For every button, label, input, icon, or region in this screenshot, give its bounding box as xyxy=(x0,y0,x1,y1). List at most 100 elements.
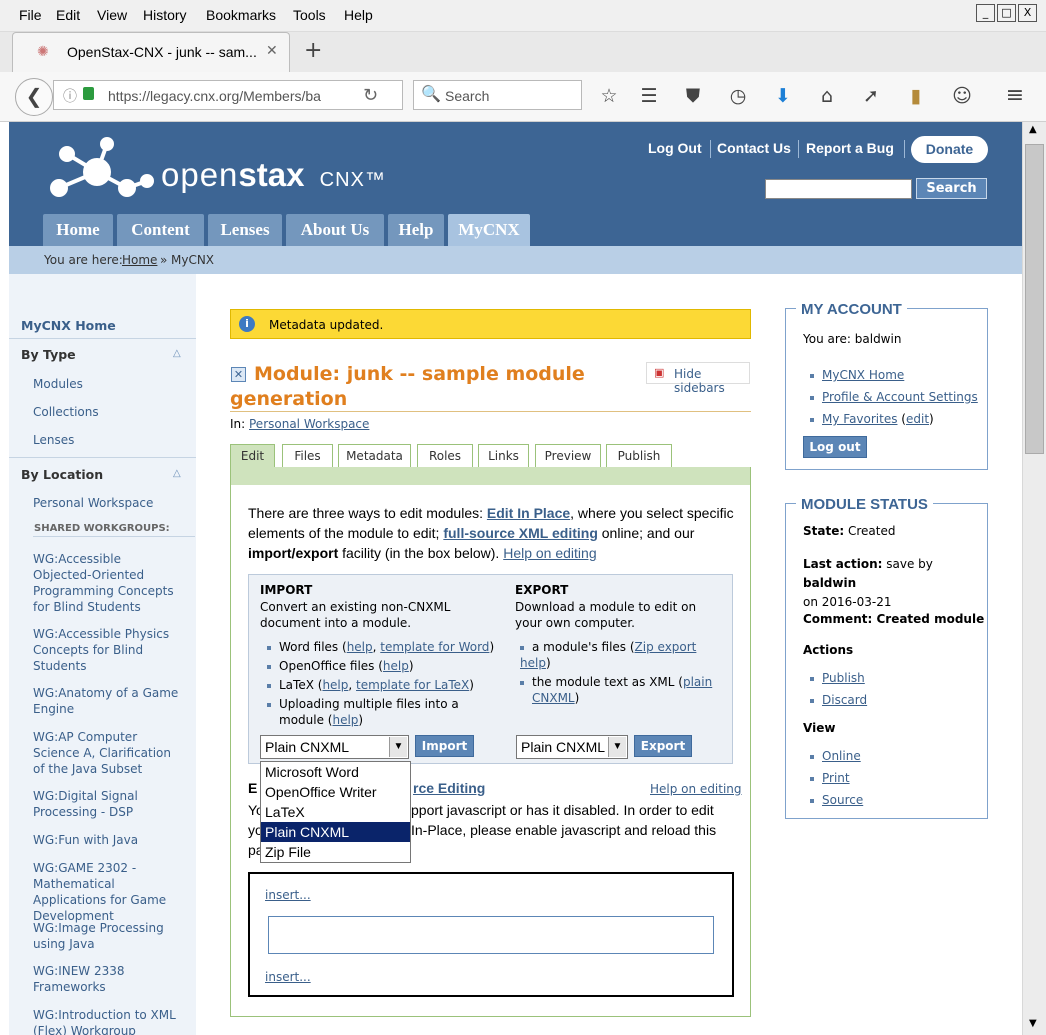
reload-icon[interactable]: ↻ xyxy=(363,85,378,106)
sidebar-item-collections[interactable]: Collections xyxy=(33,404,99,420)
favorites-edit-link[interactable]: edit xyxy=(906,412,929,426)
report-bug-link[interactable]: Report a Bug xyxy=(806,140,894,156)
hamburger-menu-icon[interactable]: ≡ xyxy=(1003,84,1027,108)
site-search-button[interactable]: Search xyxy=(916,178,987,199)
url-bar[interactable]: ⓘ https://legacy.cnx.org/Members/ba xyxy=(53,80,403,110)
menu-history[interactable]: History xyxy=(143,7,187,23)
send-icon[interactable]: ➚ xyxy=(859,84,883,108)
import-button[interactable]: Import xyxy=(415,735,474,757)
import-format-select[interactable]: Plain CNXML ▼ xyxy=(260,735,409,759)
view-online-link[interactable]: Online xyxy=(822,749,861,763)
content-block[interactable] xyxy=(268,916,714,954)
menu-help[interactable]: Help xyxy=(344,7,373,23)
sidebar-workgroup[interactable]: WG:Introduction to XML (Flex) Workgroup xyxy=(33,1007,183,1035)
tab-edit[interactable]: Edit xyxy=(230,444,275,468)
scrollbar-thumb[interactable] xyxy=(1025,144,1044,454)
breadcrumb-home-link[interactable]: Home xyxy=(122,253,157,267)
insert-link-bottom[interactable]: insert... xyxy=(265,970,311,984)
emoji-icon[interactable]: ☺ xyxy=(950,84,974,108)
menu-tools[interactable]: Tools xyxy=(293,7,326,23)
account-logout-button[interactable]: Log out xyxy=(803,436,867,458)
sidebar-workgroup[interactable]: WG:Image Processing using Java xyxy=(33,920,183,952)
source-editing-link[interactable]: rce Editing xyxy=(413,780,485,796)
nav-tab-about-us[interactable]: About Us xyxy=(286,214,384,246)
vertical-scrollbar[interactable]: ▲ ▼ xyxy=(1022,122,1046,1035)
sidebar-workgroup[interactable]: WG:Accessible Objected-Oriented Programm… xyxy=(33,551,183,615)
url-text[interactable]: https://legacy.cnx.org/Members/ba xyxy=(108,88,332,104)
tab-preview[interactable]: Preview xyxy=(535,444,601,468)
hide-sidebars-button[interactable]: ▣ Hide sidebars xyxy=(646,362,750,395)
discard-link[interactable]: Discard xyxy=(822,693,867,707)
new-tab-icon[interactable]: + xyxy=(304,38,322,63)
reading-list-icon[interactable]: ☰ xyxy=(637,84,661,108)
mycnx-home-link[interactable]: MyCNX Home xyxy=(822,368,904,382)
sidebar-by-location-heading[interactable]: By Location xyxy=(21,467,103,482)
tab-publish[interactable]: Publish xyxy=(606,444,672,468)
browser-tab[interactable]: ✺ OpenStax-CNX - junk -- sam... ✕ xyxy=(12,32,290,72)
menu-view[interactable]: View xyxy=(97,7,127,23)
upload-help-link[interactable]: help xyxy=(332,713,358,727)
site-search-input[interactable] xyxy=(765,179,912,199)
minimize-button[interactable]: _ xyxy=(976,4,995,22)
chevron-down-icon[interactable]: ▼ xyxy=(389,737,407,757)
sidebar-workgroup[interactable]: WG:Digital Signal Processing - DSP xyxy=(33,788,183,820)
search-box[interactable]: 🔍 Search xyxy=(413,80,582,110)
tab-roles[interactable]: Roles xyxy=(417,444,473,468)
latex-template-link[interactable]: template for LaTeX xyxy=(356,678,469,692)
sidebar-mycnx-home[interactable]: MyCNX Home xyxy=(21,318,116,333)
bookmark-star-icon[interactable]: ☆ xyxy=(597,84,621,108)
export-format-select[interactable]: Plain CNXML ▼ xyxy=(516,735,628,759)
sidebar-workgroup[interactable]: WG:AP Computer Science A, Clarification … xyxy=(33,729,183,777)
sidebar-item-personal-workspace[interactable]: Personal Workspace xyxy=(33,495,153,511)
maximize-button[interactable]: □ xyxy=(997,4,1016,22)
menu-file[interactable]: File xyxy=(19,7,42,23)
help-on-editing-link[interactable]: Help on editing xyxy=(503,545,596,561)
dropdown-option-word[interactable]: Microsoft Word xyxy=(261,762,410,782)
downloads-icon[interactable]: ⬇ xyxy=(771,84,795,108)
info-icon[interactable]: ⓘ xyxy=(63,86,77,106)
tab-metadata[interactable]: Metadata xyxy=(338,444,411,468)
sidebar-item-lenses[interactable]: Lenses xyxy=(33,432,74,448)
nav-tab-content[interactable]: Content xyxy=(117,214,204,246)
sidebar-workgroup[interactable]: WG:GAME 2302 - Mathematical Applications… xyxy=(33,860,183,924)
sidebar-workgroup[interactable]: WG:Accessible Physics Concepts for Blind… xyxy=(33,626,183,674)
help-on-editing-link[interactable]: Help on editing xyxy=(650,782,742,796)
import-format-dropdown[interactable]: Microsoft Word OpenOffice Writer LaTeX P… xyxy=(260,761,411,863)
history-icon[interactable]: ◷ xyxy=(726,84,750,108)
sidebar-workgroup[interactable]: WG:INEW 2338 Frameworks xyxy=(33,963,183,995)
edit-in-place-link[interactable]: Edit In Place xyxy=(487,505,570,521)
my-favorites-link[interactable]: My Favorites xyxy=(822,412,897,426)
dropdown-option-zip[interactable]: Zip File xyxy=(261,842,410,862)
menu-bookmarks[interactable]: Bookmarks xyxy=(206,7,276,23)
latex-help-link[interactable]: help xyxy=(322,678,348,692)
sidebar-by-type-heading[interactable]: By Type xyxy=(21,347,76,362)
extension-icon[interactable]: ▮ xyxy=(904,84,928,108)
contact-us-link[interactable]: Contact Us xyxy=(717,140,791,156)
scroll-down-icon[interactable]: ▼ xyxy=(1029,1018,1037,1029)
dropdown-option-plain-cnxml[interactable]: Plain CNXML xyxy=(261,822,410,842)
personal-workspace-link[interactable]: Personal Workspace xyxy=(249,417,369,431)
openstax-logo-icon[interactable] xyxy=(49,136,159,206)
sidebar-workgroup[interactable]: WG:Anatomy of a Game Engine xyxy=(33,685,183,717)
profile-settings-link[interactable]: Profile & Account Settings xyxy=(822,390,978,404)
nav-tab-home[interactable]: Home xyxy=(43,214,113,246)
full-source-xml-link[interactable]: full-source XML editing xyxy=(443,525,598,541)
site-logo-text[interactable]: openstax CNX™ xyxy=(161,156,386,194)
publish-link[interactable]: Publish xyxy=(822,671,865,685)
chevron-down-icon[interactable]: ▼ xyxy=(608,737,626,757)
back-arrow-icon[interactable]: ❮ xyxy=(15,78,53,116)
export-button[interactable]: Export xyxy=(634,735,692,757)
tab-files[interactable]: Files xyxy=(282,444,333,468)
tab-close-icon[interactable]: ✕ xyxy=(266,43,278,59)
logout-link[interactable]: Log Out xyxy=(648,140,702,156)
nav-tab-mycnx[interactable]: MyCNX xyxy=(448,214,530,246)
pocket-icon[interactable]: ⛊ xyxy=(681,84,705,108)
close-window-button[interactable]: X xyxy=(1018,4,1037,22)
dropdown-option-openoffice[interactable]: OpenOffice Writer xyxy=(261,782,410,802)
view-print-link[interactable]: Print xyxy=(822,771,850,785)
sidebar-item-modules[interactable]: Modules xyxy=(33,376,83,392)
donate-button[interactable]: Donate xyxy=(911,136,988,163)
word-template-link[interactable]: template for Word xyxy=(380,640,489,654)
openoffice-help-link[interactable]: help xyxy=(383,659,409,673)
tab-links[interactable]: Links xyxy=(478,444,529,468)
